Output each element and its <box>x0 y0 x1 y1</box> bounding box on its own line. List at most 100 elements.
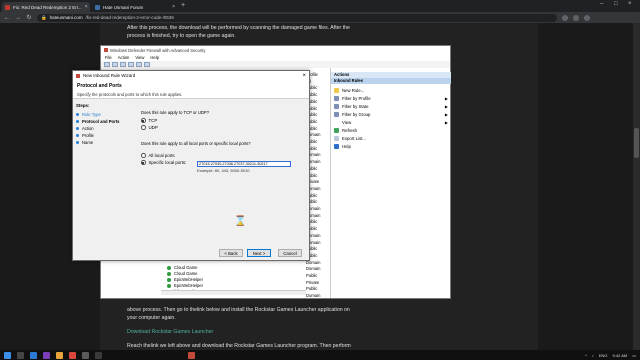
files-icon[interactable] <box>56 351 63 359</box>
system-tray: ^ ♪ ENG 9:42 AM ▭ <box>585 353 636 358</box>
extension-icon[interactable] <box>573 14 579 21</box>
firewall-app-icon <box>76 73 80 78</box>
profile-cell: Public <box>306 273 318 278</box>
list-horizontal-scrollbar[interactable] <box>161 290 306 295</box>
properties-icon[interactable] <box>128 62 134 67</box>
specific-ports-radio[interactable]: Specific local ports: <box>141 160 186 165</box>
search-icon[interactable] <box>17 351 24 359</box>
close-icon[interactable]: × <box>302 73 306 79</box>
action-export[interactable]: Export List... <box>334 134 448 142</box>
list-item[interactable]: Cloud Game <box>161 271 329 277</box>
tab-forum[interactable]: Hate Usmani Forum × <box>92 2 178 12</box>
close-tab-icon[interactable]: × <box>85 4 88 10</box>
step-action[interactable]: Action <box>76 126 94 131</box>
profile-cell: Domain <box>306 293 321 299</box>
submenu-arrow-icon: ▶ <box>444 119 448 125</box>
menu-view[interactable]: View <box>135 55 144 60</box>
help-icon <box>334 143 339 149</box>
reload-icon[interactable]: ↻ <box>26 14 32 21</box>
step-rule-type[interactable]: Rule Type <box>76 112 101 117</box>
submenu-arrow-icon: ▶ <box>444 111 448 117</box>
refresh-icon <box>334 127 339 133</box>
submenu-arrow-icon: ▶ <box>444 95 448 101</box>
action-view[interactable]: View ▶ <box>334 118 448 126</box>
start-icon[interactable] <box>4 351 11 359</box>
radio-unselected-icon <box>141 153 146 158</box>
new-tab-icon[interactable]: + <box>181 2 185 9</box>
maximize-icon[interactable]: □ <box>614 1 618 7</box>
app-icon[interactable] <box>95 351 102 359</box>
radio-label: Specific local ports: <box>148 160 187 165</box>
browser-tab-bar: Fix: Red Dead Redemption 2 Err... × Hate… <box>0 0 640 12</box>
back-button[interactable]: < Back <box>219 249 243 257</box>
actions-subheader[interactable]: Inbound Rules <box>331 78 451 84</box>
action-label: Export List... <box>342 135 366 141</box>
notifications-icon[interactable]: ▭ <box>632 353 636 358</box>
cancel-button[interactable]: Cancel <box>278 249 302 257</box>
step-label: Action <box>82 126 94 131</box>
forward-icon[interactable]: → <box>15 15 21 21</box>
volume-icon[interactable]: ♪ <box>592 353 594 358</box>
page-scrollbar-thumb[interactable] <box>634 128 639 158</box>
action-filter-group[interactable]: Filter by Group ▶ <box>334 110 448 118</box>
article-text: process is finished, try to open the gam… <box>127 33 236 39</box>
back-icon[interactable]: ← <box>4 15 10 21</box>
close-window-icon[interactable]: × <box>628 1 632 7</box>
action-new-rule[interactable]: New Rule... <box>334 86 448 94</box>
firewall-toolbar <box>101 61 450 68</box>
tcp-radio[interactable]: TCP <box>141 118 157 123</box>
actions-pane: Actions Inbound Rules New Rule... Filter… <box>330 68 451 298</box>
back-icon[interactable] <box>104 62 110 67</box>
step-bullet-icon <box>76 120 79 123</box>
udp-radio[interactable]: UDP <box>141 125 158 130</box>
extension-icon[interactable] <box>562 14 568 21</box>
action-filter-state[interactable]: Filter by State ▶ <box>334 102 448 110</box>
new-rule-icon <box>334 87 339 93</box>
page-scrollbar[interactable] <box>633 23 640 350</box>
forum-favicon-icon <box>95 4 100 10</box>
address-toolbar: ← → ↻ 🔒 hateusmani.com/fix-red-dead-rede… <box>0 12 640 23</box>
step-name[interactable]: Name <box>76 140 93 145</box>
all-ports-radio[interactable]: All local ports <box>141 153 175 158</box>
tab-active[interactable]: Fix: Red Dead Redemption 2 Err... × <box>2 2 90 12</box>
protocol-question: Does this rule apply to TCP or UDP? <box>141 110 210 115</box>
download-launcher-link[interactable]: Download Rockstar Games Launcher <box>127 328 382 336</box>
menu-help[interactable]: Help <box>150 55 159 60</box>
wizard-titlebar: New Inbound Rule Wizard × <box>73 71 309 80</box>
menu-action[interactable]: Action <box>118 55 130 60</box>
url-bar[interactable]: 🔒 hateusmani.com/fix-red-dead-redemption… <box>37 13 557 22</box>
export-icon[interactable] <box>136 62 142 67</box>
action-help[interactable]: Help <box>334 142 448 150</box>
next-button[interactable]: Next > <box>247 249 271 257</box>
firewall-title: Windows Defender Firewall with Advanced … <box>110 47 206 53</box>
action-refresh[interactable]: Refresh <box>334 126 448 134</box>
list-item[interactable]: EpicWebHelper <box>161 277 329 283</box>
chrome-icon[interactable] <box>69 351 76 359</box>
step-profile[interactable]: Profile <box>76 133 94 138</box>
step-protocol-ports[interactable]: Protocol and Ports <box>76 119 119 124</box>
specific-ports-input[interactable]: 27015-27030,27036,27037,30211-30217 <box>197 161 291 167</box>
firewall-taskbar-icon[interactable] <box>188 351 195 359</box>
language-indicator[interactable]: ENG <box>599 353 608 358</box>
minimize-icon[interactable]: – <box>600 1 603 7</box>
action-label: Help <box>342 143 351 149</box>
action-filter-profile[interactable]: Filter by Profile ▶ <box>334 94 448 102</box>
chevron-up-icon[interactable]: ^ <box>585 353 587 358</box>
vscode-icon[interactable] <box>30 351 37 359</box>
list-item[interactable]: Cloud Game <box>161 265 329 271</box>
close-tab-icon[interactable]: × <box>172 4 175 10</box>
step-label: Profile <box>82 133 94 138</box>
action-label: Refresh <box>342 127 358 133</box>
profile-avatar[interactable] <box>584 14 590 21</box>
firewall-titlebar: Windows Defender Firewall with Advanced … <box>101 46 450 54</box>
allow-rule-icon <box>167 277 171 282</box>
app-icon[interactable] <box>43 351 50 359</box>
menu-file[interactable]: File <box>105 55 112 60</box>
forward-icon[interactable] <box>112 62 118 67</box>
help-icon[interactable] <box>144 62 150 67</box>
clock[interactable]: 9:42 AM <box>613 353 628 358</box>
up-icon[interactable] <box>120 62 126 67</box>
allow-rule-icon <box>167 265 171 270</box>
app-icon[interactable] <box>82 351 89 359</box>
list-item[interactable]: EpicWebHelper <box>161 283 329 289</box>
